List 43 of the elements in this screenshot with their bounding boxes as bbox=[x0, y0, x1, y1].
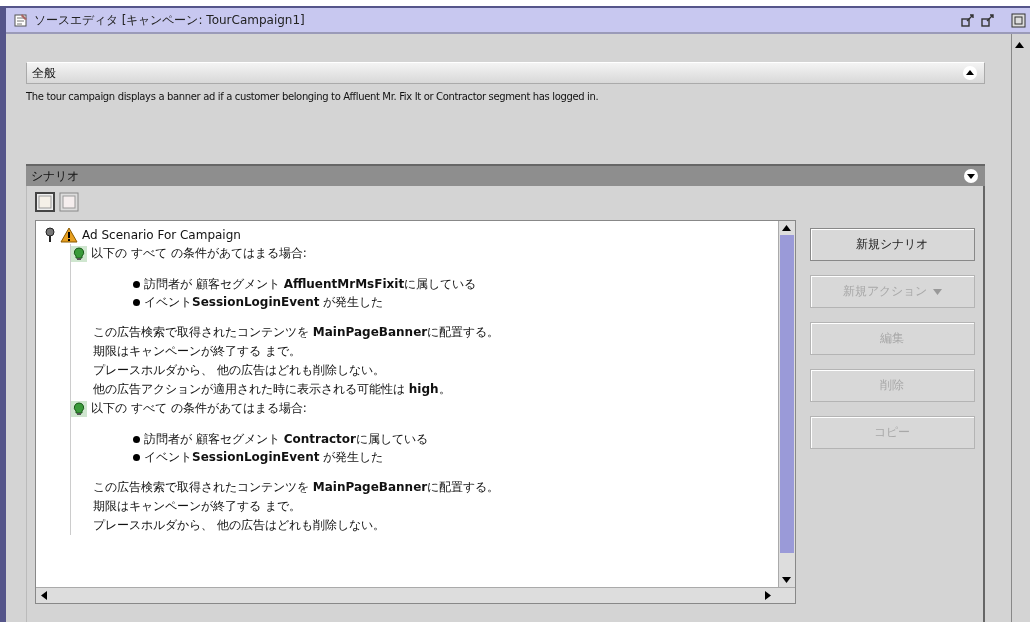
scroll-left-icon[interactable] bbox=[41, 591, 47, 600]
scrollbar[interactable] bbox=[1011, 34, 1026, 622]
maximize-icon[interactable] bbox=[1011, 12, 1026, 28]
document-icon bbox=[14, 13, 28, 27]
caret-icon bbox=[932, 288, 942, 295]
undock-icon[interactable] bbox=[981, 13, 995, 27]
view-toggle-icon[interactable] bbox=[59, 192, 79, 212]
window-title: ソースエディタ [キャンペーン: TourCampaign1] bbox=[34, 11, 305, 29]
action-text: 期限はキャンペーンが終了する まで。 bbox=[93, 498, 302, 515]
scroll-down-icon[interactable] bbox=[782, 577, 792, 583]
scroll-right-icon[interactable] bbox=[764, 591, 771, 600]
scroll-thumb[interactable] bbox=[779, 235, 794, 553]
scrollbar[interactable] bbox=[36, 587, 795, 603]
action-text: 期限はキャンペーンが終了する まで。 bbox=[93, 343, 302, 360]
bullet-icon bbox=[133, 298, 140, 306]
action-button[interactable]: 新規シナリオ bbox=[809, 228, 975, 261]
warning-icon bbox=[60, 226, 78, 243]
description-text: The tour campaign displays a banner ad if a customer belonging to Affluent Mr. Fix It or Contractor segment has logged in. bbox=[26, 90, 600, 104]
condition-text: 以下の すべて の条件があてはまる場合: bbox=[91, 400, 307, 417]
section-title: 全般 bbox=[32, 64, 56, 82]
action-text: この広告検索で取得されたコンテンツを MainPageBannerに配置する。 bbox=[93, 324, 501, 341]
bullet-icon bbox=[133, 435, 140, 443]
section-header[interactable]: 全般 bbox=[26, 62, 985, 84]
lightbulb-icon bbox=[71, 400, 87, 417]
scroll-up-icon[interactable] bbox=[1014, 42, 1024, 48]
tree-node-label[interactable]: Ad Scenario For Campaign bbox=[82, 227, 241, 242]
section-header[interactable]: シナリオ bbox=[26, 164, 985, 186]
condition-item: 訪問者が 顧客セグメント Contractorに属している bbox=[144, 430, 428, 448]
action-text: この広告検索で取得されたコンテンツを MainPageBannerに配置する。 bbox=[93, 479, 501, 496]
action-text: プレースホルダから、 他の広告はどれも削除しない。 bbox=[93, 517, 386, 534]
action-text: 他の広告アクションが適用された時に表示される可能性は high。 bbox=[93, 381, 452, 398]
action-text: プレースホルダから、 他の広告はどれも削除しない。 bbox=[93, 362, 386, 379]
condition-text: 以下の すべて の条件があてはまる場合: bbox=[91, 245, 307, 262]
scrollbar[interactable] bbox=[777, 221, 795, 587]
lightbulb-icon bbox=[71, 245, 87, 262]
collapse-pin-icon[interactable] bbox=[44, 226, 56, 243]
undock-icon[interactable] bbox=[961, 13, 975, 27]
condition-item: 訪問者が 顧客セグメント AffluentMrMsFixitに属している bbox=[144, 275, 477, 293]
scroll-up-icon[interactable] bbox=[782, 225, 792, 231]
view-toggle-icon[interactable] bbox=[35, 192, 55, 212]
bullet-icon bbox=[133, 280, 140, 288]
bullet-icon bbox=[133, 453, 140, 461]
section-title: シナリオ bbox=[31, 167, 79, 185]
